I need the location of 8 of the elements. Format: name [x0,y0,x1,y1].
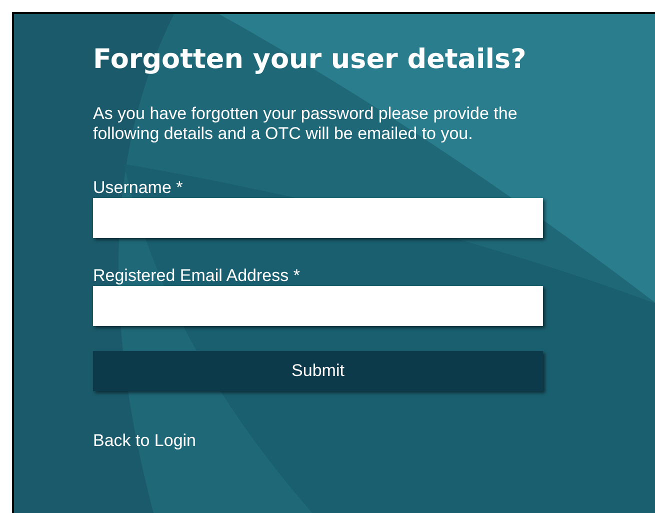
field-label: Registered Email Address * [93,266,300,286]
intro-text: As you have forgotten your password please provide the following details and a OTC will be emailed to you. [93,104,518,144]
page-title: Forgotten your user details? [93,44,528,76]
back-to-login-link[interactable]: Back to Login [93,431,196,451]
submit-button[interactable]: Submit [93,351,543,391]
input-field[interactable] [93,198,543,238]
field-label: Username * [93,178,183,198]
input-field[interactable] [93,286,543,326]
